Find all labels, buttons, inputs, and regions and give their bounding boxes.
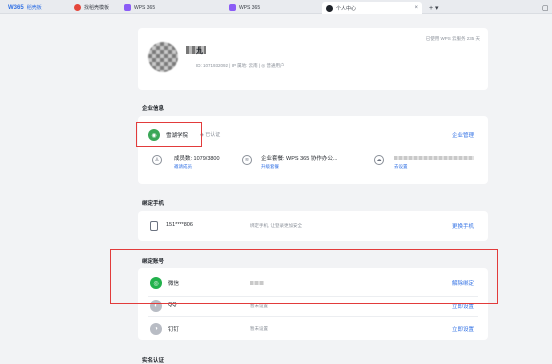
docer-icon [74,4,81,11]
package-icon: ≋ [242,155,252,165]
members-icon: ♙ [152,155,162,165]
tab-label: 个人中心 [336,5,357,12]
dingtalk-icon: ◑ [150,323,162,335]
phone-number: 151****806 [166,222,193,228]
domain-settings-link[interactable]: 去设置 [394,164,408,170]
profile-name: 九 [196,48,203,55]
blurred-domain [394,156,474,160]
highlight-box-enterprise [136,122,202,147]
dingtalk-status: 暂未设置 [250,326,268,331]
upgrade-package-link[interactable]: 升级套餐 [261,164,279,170]
profile-card: 九 ID: 1071932092 | IP 属地: 云南 | ◎ 普通用户 已使… [138,28,488,90]
tab-personal-center[interactable]: 个人中心 × [322,2,422,14]
avatar[interactable] [148,42,178,72]
tab-label: WPS 365 [134,4,156,11]
highlight-box-accounts [110,249,498,304]
phone-card: 151****806 绑定手机, 让登录更加安全 更换手机 [138,211,488,241]
phone-icon [150,221,158,231]
set-dingtalk-link[interactable]: 立即设置 [452,325,474,333]
profile-meta: ID: 1071932092 | IP 属地: 云南 | ◎ 普通用户 [196,63,285,68]
user-icon [326,4,333,12]
browser-tab-bar: W365 稻壳板 找稻壳模板 WPS 365 WPS 365 个人中心 × + … [0,0,552,14]
invite-members-link[interactable]: 邀请成员 [174,164,192,170]
close-icon[interactable]: × [414,5,418,11]
cloud-icon: ☁ [374,155,384,165]
section-title-enterprise: 企业信息 [142,106,165,112]
tab-label: WPS 365 [239,4,261,11]
wps-icon [124,4,131,11]
members-count: 成员数: 1079/3800 [174,156,220,162]
w365-logo: W365 [8,4,24,11]
change-phone-link[interactable]: 更换手机 [452,222,474,230]
certified-label: 已认证 [205,132,221,138]
account-name-dingtalk: 钉钉 [168,327,180,333]
section-title-realname: 实名认证 [142,358,165,364]
certified-badge: ◈ 已认证 [200,132,221,138]
tab-wps365-2[interactable]: WPS 365 [225,2,264,13]
package-label: 企业套餐: WPS 365 协作办公... [261,156,338,162]
tab-w365-home[interactable]: W365 稻壳板 [4,2,46,13]
phone-desc: 绑定手机, 让登录更加安全 [250,223,302,228]
wps-icon [229,4,236,11]
tab-label: 稻壳板 [26,5,42,11]
tab-template[interactable]: 找稻壳模板 [70,2,113,13]
tab-label: 找稻壳模板 [84,5,110,11]
window-icon[interactable]: ▢ [538,2,552,13]
enterprise-manage-link[interactable]: 企业管理 [452,131,474,139]
new-tab-button[interactable]: + ▾ [425,2,443,13]
tab-wps365-1[interactable]: WPS 365 [120,2,159,13]
divider [148,316,478,317]
section-title-phone: 绑定手机 [142,201,165,207]
cloud-usage-days: 已使用 WPS 云服务 235 天 [425,36,480,41]
